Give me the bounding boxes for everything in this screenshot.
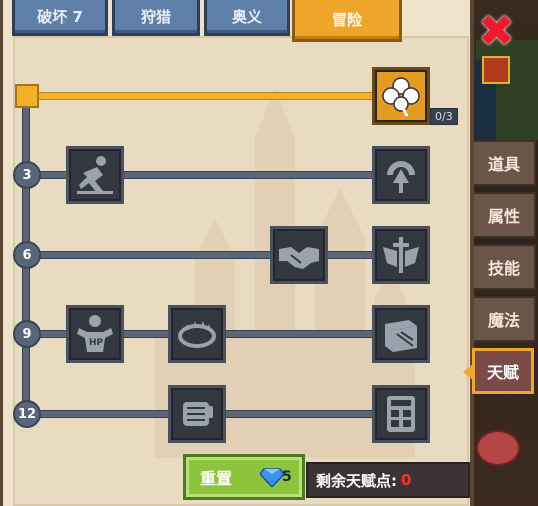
- talent-clover-count: 0/3: [430, 108, 458, 125]
- reset-button[interactable]: 重置 5: [183, 454, 305, 500]
- hp-strongman-icon: HP: [77, 315, 113, 352]
- reset-gem-cost: 5: [282, 469, 292, 485]
- gift-icon[interactable]: [482, 56, 510, 84]
- reset-label: 重置: [200, 469, 233, 488]
- winged-sword-icon: [383, 237, 419, 273]
- remaining-points-label: 剩余天赋点:: [316, 471, 397, 490]
- talent-crate[interactable]: [372, 305, 430, 363]
- handshake-icon: [279, 247, 319, 269]
- side-tab-skills[interactable]: 技能: [474, 244, 536, 290]
- close-icon[interactable]: ✖: [478, 10, 515, 54]
- bear-trap-icon: [178, 321, 216, 348]
- calculator-icon: [387, 396, 415, 432]
- meat-icon: [476, 430, 520, 466]
- tab-destruction[interactable]: 破坏 7: [12, 0, 108, 36]
- talent-line-top: [27, 92, 381, 100]
- tab-adventure[interactable]: 冒险: [292, 0, 402, 42]
- side-tab-talents[interactable]: 天赋: [463, 348, 534, 394]
- remaining-points-value: 0: [401, 471, 412, 489]
- side-tab-attributes[interactable]: 属性: [474, 192, 536, 238]
- svg-text:HP: HP: [89, 338, 104, 348]
- crate-icon: [385, 320, 417, 352]
- tab-mystery[interactable]: 奥义: [204, 0, 290, 36]
- level-node-6: 6: [13, 241, 41, 269]
- talent-panel: 3 6 9 12 0/3 HP: [0, 0, 474, 506]
- diamond-icon: [260, 468, 284, 487]
- talent-bear-trap[interactable]: [168, 305, 226, 363]
- talent-clamp-arrow[interactable]: [372, 146, 430, 204]
- fist-icon: [183, 402, 213, 426]
- tab-hunting[interactable]: 狩猎: [112, 0, 200, 36]
- side-tab-magic[interactable]: 魔法: [474, 296, 536, 342]
- talent-handshake[interactable]: [270, 226, 328, 284]
- talent-root-node: [15, 84, 39, 108]
- talent-jumping-runner[interactable]: [66, 146, 124, 204]
- jumping-runner-icon: [77, 156, 113, 194]
- talent-fist[interactable]: [168, 385, 226, 443]
- talent-hp-strongman[interactable]: HP: [66, 305, 124, 363]
- side-tab-items[interactable]: 道具: [474, 140, 536, 186]
- talent-winged-sword[interactable]: [372, 226, 430, 284]
- clover-icon: [382, 77, 420, 117]
- level-node-9: 9: [13, 320, 41, 348]
- clamp-arrow-icon: [387, 161, 415, 193]
- talent-calculator[interactable]: [372, 385, 430, 443]
- talent-clover[interactable]: [372, 67, 430, 125]
- level-node-3: 3: [13, 161, 41, 189]
- level-node-12: 12: [13, 400, 41, 428]
- remaining-points: 剩余天赋点: 0: [306, 462, 470, 498]
